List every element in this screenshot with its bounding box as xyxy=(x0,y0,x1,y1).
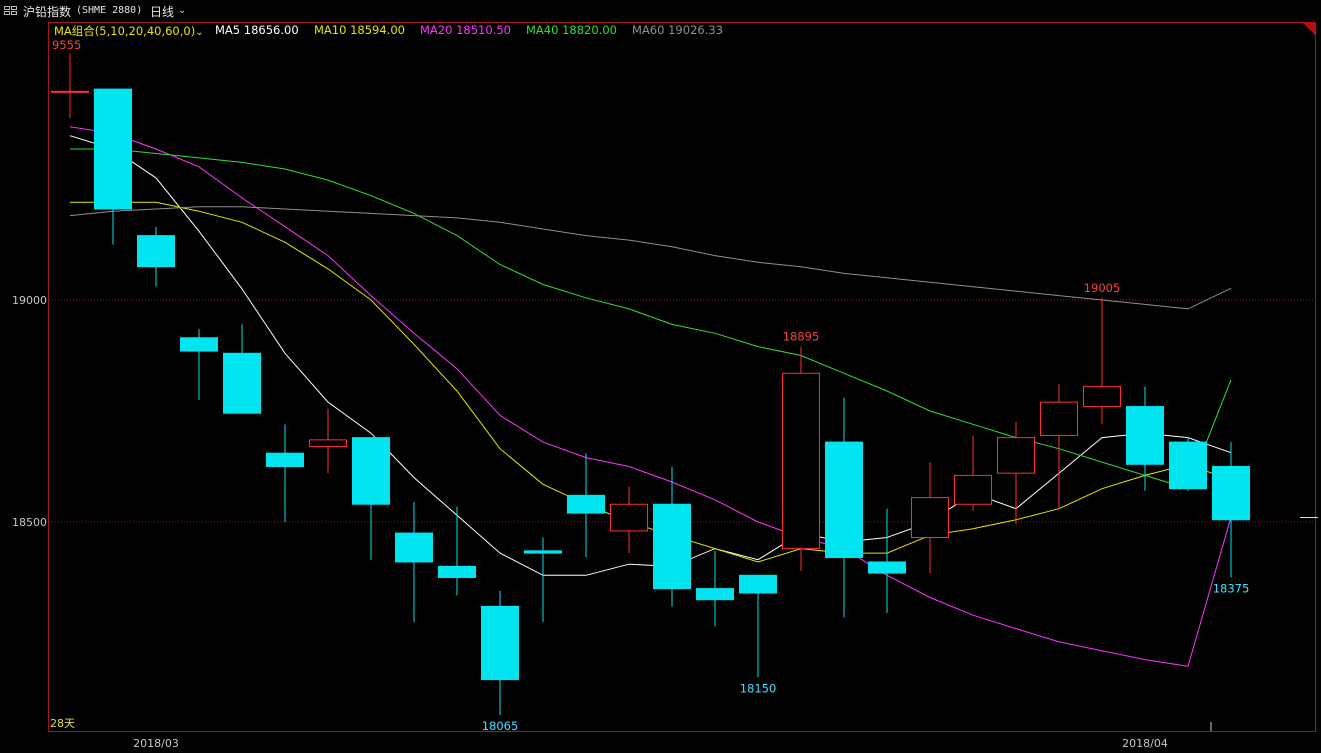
extreme-label: 18065 xyxy=(482,719,519,733)
y-tick-label: 19000 xyxy=(12,294,47,307)
candle-down[interactable] xyxy=(94,88,132,210)
extreme-label: 19005 xyxy=(1084,281,1121,295)
candle-down[interactable] xyxy=(352,437,390,505)
candle-down[interactable] xyxy=(524,550,562,554)
candle-down[interactable] xyxy=(223,352,261,414)
candle-down[interactable] xyxy=(1169,441,1207,490)
candle-down[interactable] xyxy=(567,494,605,514)
candle-down[interactable] xyxy=(696,588,734,601)
top-value-label: 9555 xyxy=(52,38,81,52)
candle-down[interactable] xyxy=(180,337,218,352)
candle-up[interactable] xyxy=(51,90,89,93)
candle-up[interactable] xyxy=(1083,386,1121,408)
candle-down[interactable] xyxy=(1126,406,1164,465)
candle-down[interactable] xyxy=(266,452,304,467)
candle-down[interactable] xyxy=(395,532,433,563)
candle-down[interactable] xyxy=(739,574,777,594)
candle-down[interactable] xyxy=(868,561,906,574)
candle-up[interactable] xyxy=(610,503,648,532)
candle-up[interactable] xyxy=(309,439,347,448)
extreme-label: 18375 xyxy=(1213,582,1250,596)
candle-up[interactable] xyxy=(911,497,949,539)
visible-days-label: 28天 xyxy=(50,717,75,730)
candle-up[interactable] xyxy=(782,372,820,550)
x-tick-label: 2018/03 xyxy=(133,737,179,750)
candle-up[interactable] xyxy=(1040,401,1078,436)
y-tick-label: 18500 xyxy=(12,516,47,529)
extreme-label: 18150 xyxy=(740,681,777,695)
candle-down[interactable] xyxy=(653,503,691,590)
candle-down[interactable] xyxy=(438,565,476,579)
extreme-label: 18895 xyxy=(783,330,820,344)
candle-down[interactable] xyxy=(1212,466,1250,521)
candle-down[interactable] xyxy=(825,441,863,559)
x-tick-label: 2018/04 xyxy=(1122,737,1168,750)
candle-up[interactable] xyxy=(954,474,992,505)
candle-down[interactable] xyxy=(481,605,519,681)
candlestick-chart[interactable]: 19000 18500 2018/03 2018/04 9555 28天 18895 1900… xyxy=(0,0,1321,753)
ma-line-ma40 xyxy=(70,148,1232,490)
candle-down[interactable] xyxy=(137,235,175,268)
ma-line-ma60 xyxy=(69,206,1232,310)
candle-up[interactable] xyxy=(997,437,1035,474)
